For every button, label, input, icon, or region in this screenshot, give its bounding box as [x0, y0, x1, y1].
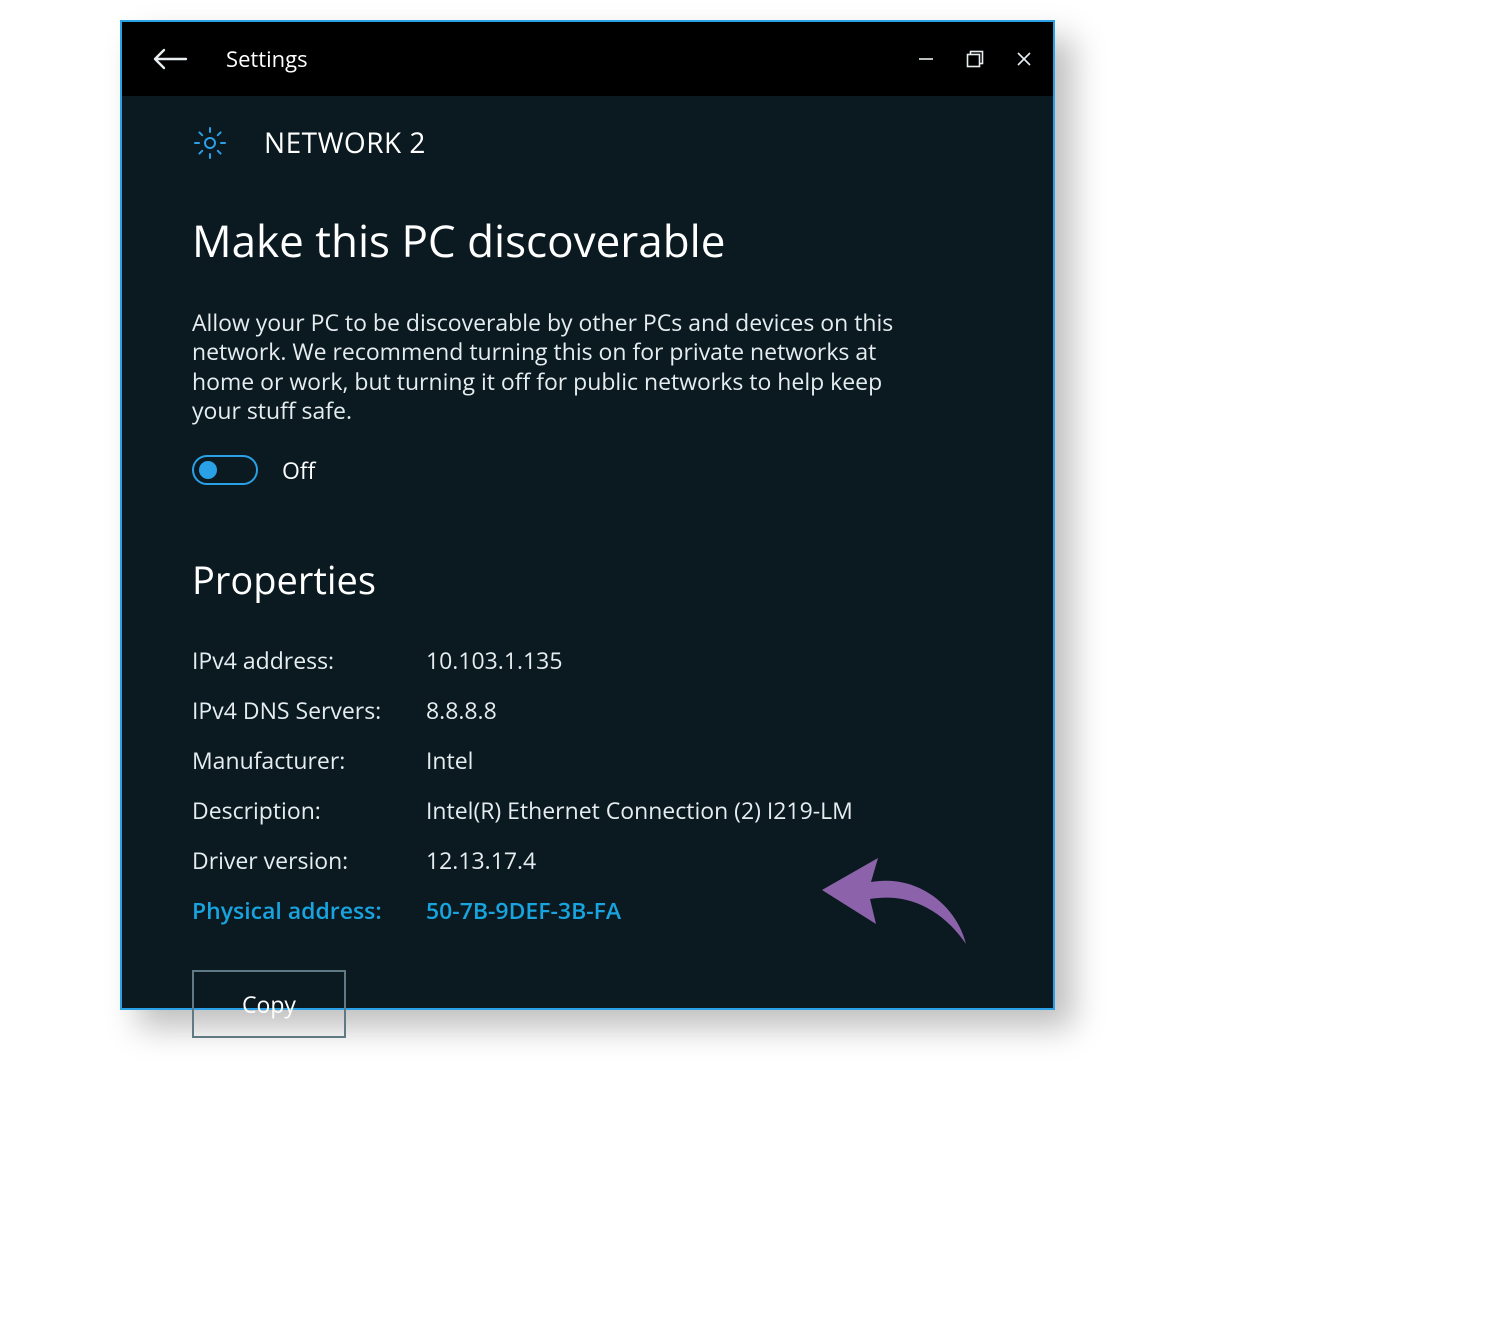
property-value: 8.8.8.8	[426, 694, 983, 726]
property-value: Intel	[426, 744, 983, 776]
discoverable-description: Allow your PC to be discoverable by othe…	[192, 308, 912, 426]
property-label: Physical address:	[192, 894, 424, 926]
property-value: Intel(R) Ethernet Connection (2) I219-LM	[426, 794, 983, 826]
maximize-button[interactable]	[964, 48, 986, 70]
property-value: 10.103.1.135	[426, 644, 983, 676]
minimize-button[interactable]	[915, 48, 937, 70]
properties-heading: Properties	[192, 554, 983, 606]
window-title: Settings	[226, 44, 308, 74]
window-controls	[915, 48, 1035, 70]
discoverable-toggle[interactable]	[192, 455, 258, 485]
property-label: Description:	[192, 794, 424, 826]
property-value: 50-7B-9DEF-3B-FA	[426, 894, 983, 926]
properties-table: IPv4 address:10.103.1.135IPv4 DNS Server…	[192, 644, 983, 926]
maximize-icon	[965, 49, 985, 69]
discoverable-heading: Make this PC discoverable	[192, 210, 983, 270]
back-arrow-icon	[152, 48, 188, 70]
property-label: IPv4 DNS Servers:	[192, 694, 424, 726]
property-value: 12.13.17.4	[426, 844, 983, 876]
settings-window: Settings	[120, 20, 1055, 1010]
copy-button[interactable]: Copy	[192, 970, 346, 1038]
close-icon	[1016, 51, 1032, 67]
titlebar: Settings	[122, 22, 1053, 96]
property-label: Driver version:	[192, 844, 424, 876]
property-label: Manufacturer:	[192, 744, 424, 776]
page-header: NETWORK 2	[122, 96, 1053, 162]
close-button[interactable]	[1013, 48, 1035, 70]
toggle-knob	[199, 461, 217, 479]
minimize-icon	[917, 50, 935, 68]
discoverable-toggle-label: Off	[282, 454, 315, 486]
content-area: Make this PC discoverable Allow your PC …	[122, 162, 1053, 1078]
back-button[interactable]	[152, 48, 188, 70]
titlebar-left: Settings	[152, 44, 308, 74]
page-title: NETWORK 2	[264, 124, 426, 162]
property-label: IPv4 address:	[192, 644, 424, 676]
discoverable-toggle-row: Off	[192, 454, 983, 486]
gear-icon	[192, 125, 228, 161]
